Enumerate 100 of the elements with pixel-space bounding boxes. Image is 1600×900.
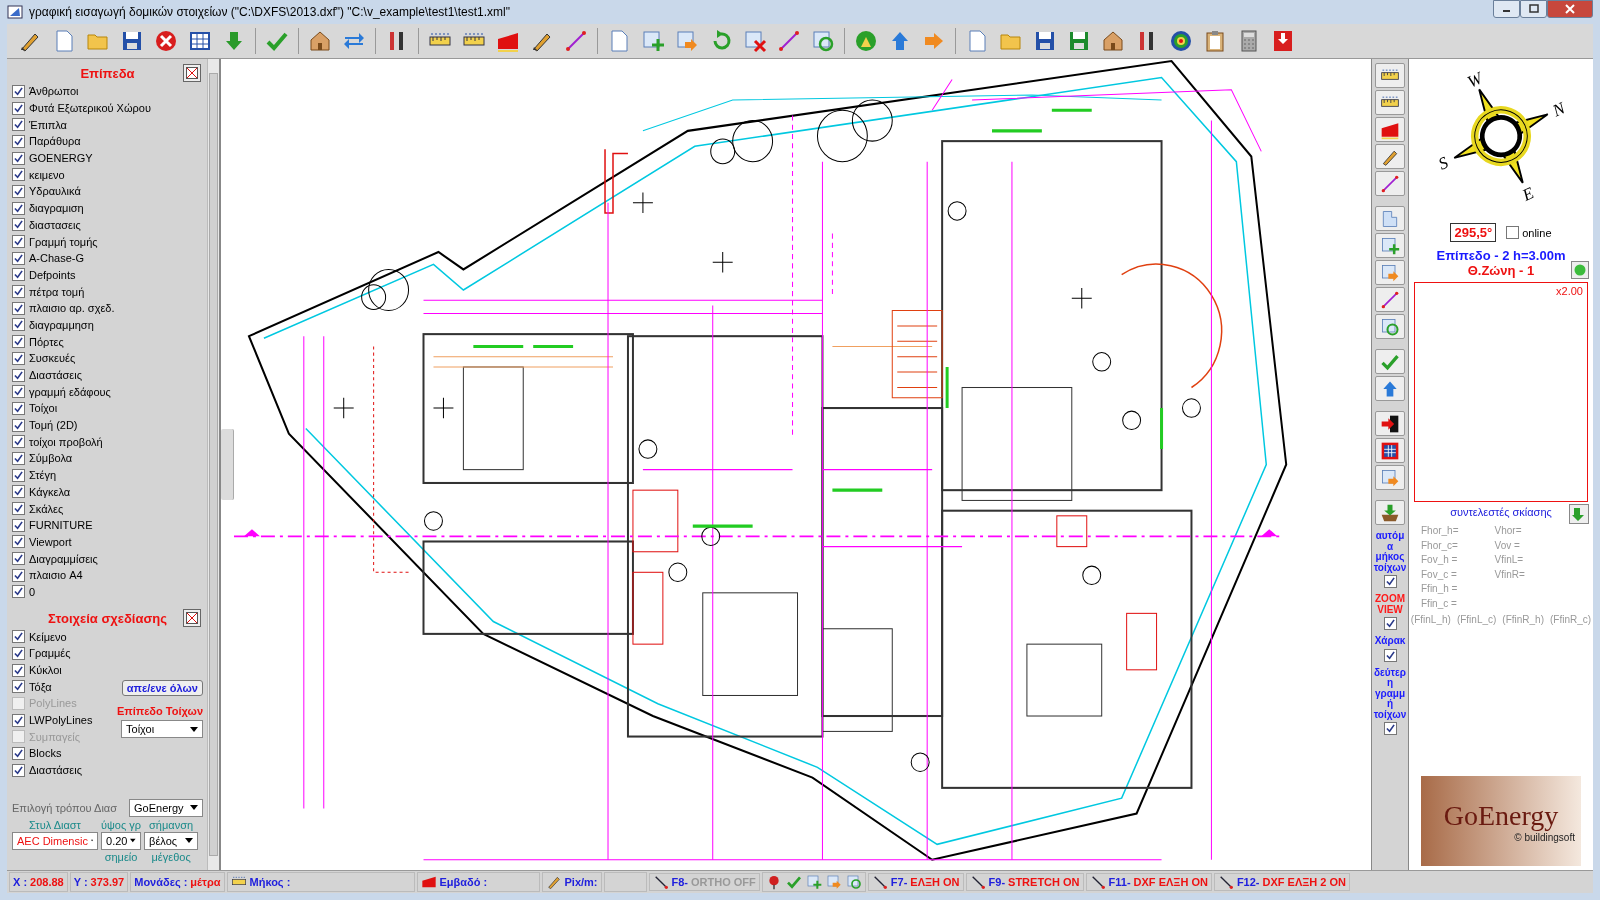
wall-layer-select[interactable]: Τοίχοι xyxy=(121,720,203,739)
checkbox[interactable] xyxy=(12,268,25,282)
layer-label: Άνθρωποι xyxy=(29,85,79,98)
tool-button[interactable] xyxy=(1375,411,1405,436)
checkbox[interactable] xyxy=(12,552,25,566)
checkmark-icon xyxy=(1385,577,1395,586)
checkbox[interactable] xyxy=(12,168,25,182)
close-icon xyxy=(1565,4,1575,14)
layer-label: GOENERGY xyxy=(29,152,93,165)
toggle-button[interactable]: F8- ORTHO OFF xyxy=(648,873,760,891)
checkbox[interactable] xyxy=(12,418,25,432)
status-button[interactable] xyxy=(1571,261,1589,279)
add-document-icon xyxy=(641,29,665,53)
checkbox[interactable] xyxy=(12,630,25,644)
checkbox[interactable] xyxy=(12,518,25,532)
checkbox[interactable] xyxy=(12,251,25,265)
text-height-select[interactable]: 0.20 xyxy=(101,831,142,850)
checkbox[interactable] xyxy=(12,285,25,299)
checkbox[interactable] xyxy=(1383,617,1397,630)
checkbox[interactable] xyxy=(12,585,25,599)
units-value: μέτρα xyxy=(190,876,221,888)
section-title: Στοιχεία σχεδίασης xyxy=(47,610,168,626)
checkbox[interactable] xyxy=(12,101,25,115)
toggle-button[interactable]: F7- ΕΛΞΗ ON xyxy=(867,873,964,891)
toggle-button[interactable]: F11- DXF ΕΛΞΗ ON xyxy=(1085,873,1212,891)
wall-layer-label: Επίπεδο Τοίχων xyxy=(116,705,203,718)
checkbox[interactable] xyxy=(12,184,25,198)
splitter-handle[interactable] xyxy=(221,429,234,500)
checkbox[interactable] xyxy=(12,385,25,399)
layer-label: διαγραμμηση xyxy=(29,318,94,331)
checkbox[interactable] xyxy=(12,235,25,249)
checkbox[interactable] xyxy=(1506,226,1520,239)
window-title: γραφική εισαγωγή δομικών στοιχείων ("C:\DXFS\2013.dxf") "C:\v_example\test1\test1.xml" xyxy=(29,5,511,19)
checkbox[interactable] xyxy=(1383,722,1397,735)
toggle-button[interactable]: F12- DXF ΕΛΞΗ 2 ON xyxy=(1213,873,1350,891)
checkbox[interactable] xyxy=(12,663,25,677)
text-height-label: ύψος γρ xyxy=(101,818,142,831)
element-label: Blocks xyxy=(29,747,62,760)
coefficient-label: (FfinR_h) xyxy=(1502,613,1544,627)
checkbox[interactable] xyxy=(12,713,25,727)
layer-label: Υδραυλικά xyxy=(29,185,81,198)
close-button[interactable] xyxy=(1547,0,1593,18)
exit-icon xyxy=(1380,413,1400,434)
checkbox[interactable] xyxy=(1383,648,1397,662)
coefficient-label: Vhor= xyxy=(1494,524,1523,538)
checkbox[interactable] xyxy=(12,151,25,165)
checkbox[interactable] xyxy=(12,568,25,582)
checkbox[interactable] xyxy=(12,401,25,415)
checkbox[interactable] xyxy=(12,368,25,382)
checkbox[interactable] xyxy=(12,435,25,449)
checkbox[interactable] xyxy=(1383,575,1397,588)
element-label: Τόξα xyxy=(29,680,52,693)
checkbox[interactable] xyxy=(12,451,25,465)
checkbox[interactable] xyxy=(12,535,25,549)
coefficient-label: Fhor_c= xyxy=(1421,538,1459,553)
maximize-button[interactable] xyxy=(1520,0,1547,18)
layer-label: πλαισιο αρ. σχεδ. xyxy=(29,302,115,315)
minimize-button[interactable] xyxy=(1493,0,1520,18)
mode-select[interactable]: GoEnergy xyxy=(129,798,203,817)
clear-button[interactable] xyxy=(183,64,201,82)
checkbox[interactable] xyxy=(12,646,25,660)
toggle-button[interactable]: F9- STRETCH ON xyxy=(965,873,1084,891)
checkbox[interactable] xyxy=(12,746,25,760)
checkbox[interactable] xyxy=(12,502,25,516)
marker-select[interactable]: βέλος xyxy=(144,831,199,850)
pencil-icon xyxy=(545,874,562,890)
clipboard-icon xyxy=(1203,29,1227,53)
toggle-all-button[interactable]: απε/ενε όλων xyxy=(121,680,203,697)
checkbox[interactable] xyxy=(12,468,25,482)
refresh-icon xyxy=(845,874,862,890)
checkbox[interactable] xyxy=(12,218,25,232)
element-label: Κύκλοι xyxy=(29,664,62,677)
refresh-icon xyxy=(811,29,835,53)
checkbox[interactable] xyxy=(12,134,25,148)
scrollbar[interactable] xyxy=(207,59,219,870)
checkmark-icon xyxy=(1385,650,1395,660)
add-document-icon xyxy=(1380,235,1400,256)
checkbox[interactable] xyxy=(12,763,25,777)
layer-label: Διαγραμμίσεις xyxy=(29,552,98,565)
checkbox[interactable] xyxy=(12,301,25,315)
document-arrow-icon xyxy=(1380,467,1400,488)
element-label: Γραμμές xyxy=(29,647,71,660)
coefficient-label: Fov_h = xyxy=(1421,553,1459,567)
shading-button[interactable] xyxy=(1569,504,1589,524)
layer-label: Συσκευές xyxy=(29,352,76,365)
angle-field[interactable]: 295,5° xyxy=(1450,223,1497,242)
point-label: σημείο xyxy=(104,850,138,863)
style-select[interactable]: AEC Dimensic xyxy=(12,831,98,850)
checkbox[interactable] xyxy=(12,201,25,215)
online-label: online xyxy=(1522,226,1552,239)
checkbox[interactable] xyxy=(12,351,25,365)
document-icon xyxy=(1380,208,1400,229)
checkbox[interactable] xyxy=(12,84,25,98)
clear-button[interactable] xyxy=(183,609,201,628)
checkbox[interactable] xyxy=(12,318,25,332)
checkbox[interactable] xyxy=(12,335,25,349)
tool-button[interactable] xyxy=(1375,438,1405,463)
checkbox[interactable] xyxy=(12,485,25,499)
checkbox[interactable] xyxy=(12,680,25,694)
checkbox[interactable] xyxy=(12,118,25,132)
